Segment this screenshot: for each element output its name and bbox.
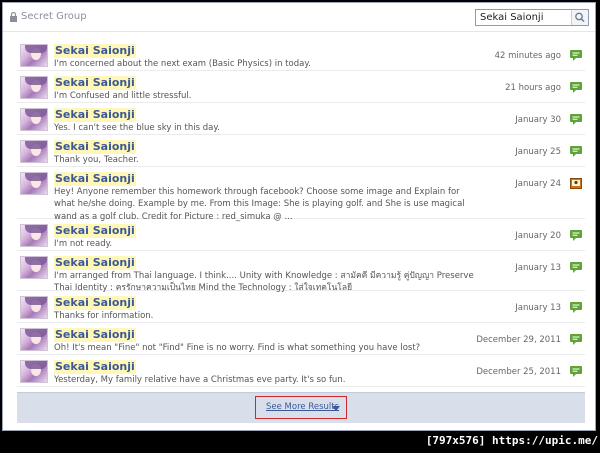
search-results-window: Secret Group Sekai SaionjiI'm concerned … [2, 2, 596, 431]
comment-icon [570, 334, 582, 345]
result-row[interactable]: Sekai Saionji Hey! Anyone remember this h… [17, 167, 585, 222]
post-snippet: I'm not ready. [54, 239, 113, 249]
see-more-bar: See More Results [17, 392, 585, 423]
header: Secret Group [3, 3, 595, 32]
see-more-results-button[interactable]: See More Results [255, 396, 347, 419]
avatar[interactable] [20, 224, 48, 247]
post-timestamp[interactable]: 21 hours ago [505, 83, 561, 93]
comment-icon [570, 230, 582, 241]
post-snippet: Thank you, Teacher. [54, 155, 139, 165]
search-button[interactable] [571, 10, 588, 25]
author-name-link[interactable]: Sekai Saionji [54, 108, 136, 122]
search-box [475, 9, 589, 26]
result-row[interactable]: Sekai Saionji I'm not ready. January 20 [17, 219, 585, 251]
avatar[interactable] [20, 296, 48, 319]
author-name-link[interactable]: Sekai Saionji [54, 44, 136, 58]
post-timestamp[interactable]: January 25 [515, 147, 561, 157]
result-row[interactable]: Sekai Saionji I'm arranged from Thai lang… [17, 251, 585, 293]
see-more-results-label: See More Results [266, 402, 340, 412]
post-timestamp[interactable]: January 20 [515, 231, 561, 241]
author-name-link[interactable]: Sekai Saionji [54, 256, 136, 270]
avatar[interactable] [20, 140, 48, 163]
caret-down-icon [332, 406, 340, 411]
comment-icon [570, 82, 582, 93]
author-name-link[interactable]: Sekai Saionji [54, 140, 136, 154]
author-name-link[interactable]: Sekai Saionji [54, 360, 136, 374]
group-privacy-label: Secret Group [21, 11, 87, 22]
result-row[interactable]: Sekai Saionji I'm concerned about the nex… [17, 39, 585, 71]
post-timestamp[interactable]: January 13 [515, 263, 561, 273]
post-timestamp[interactable]: January 30 [515, 115, 561, 125]
post-timestamp[interactable]: 42 minutes ago [495, 51, 561, 61]
author-name-link[interactable]: Sekai Saionji [54, 328, 136, 342]
avatar[interactable] [20, 108, 48, 131]
post-timestamp[interactable]: December 29, 2011 [476, 335, 561, 345]
post-snippet: I'm Confused and little stressful. [54, 91, 192, 101]
post-snippet: I'm concerned about the next exam (Basic… [54, 59, 311, 69]
post-snippet: Thanks for information. [54, 311, 154, 321]
result-row[interactable]: Sekai Saionji Yes. I can't see the blue s… [17, 103, 585, 135]
author-name-link[interactable]: Sekai Saionji [54, 172, 136, 186]
comment-icon [570, 366, 582, 377]
photo-icon [570, 178, 582, 189]
author-name-link[interactable]: Sekai Saionji [54, 76, 136, 90]
result-row[interactable]: Sekai Saionji Yesterday, My family relati… [17, 355, 585, 387]
result-row[interactable]: Sekai Saionji Thank you, Teacher. January … [17, 135, 585, 167]
comment-icon [570, 146, 582, 157]
avatar[interactable] [20, 172, 48, 195]
comment-icon [570, 262, 582, 273]
results-list: Sekai Saionji I'm concerned about the nex… [17, 39, 585, 387]
post-timestamp[interactable]: January 24 [515, 179, 561, 189]
post-snippet: Hey! Anyone remember this homework throu… [54, 187, 465, 222]
result-row[interactable]: Sekai Saionji I'm Confused and little str… [17, 71, 585, 103]
author-name-link[interactable]: Sekai Saionji [54, 224, 136, 238]
comment-icon [570, 302, 582, 313]
avatar[interactable] [20, 76, 48, 99]
comment-icon [570, 50, 582, 61]
avatar[interactable] [20, 44, 48, 67]
post-snippet: Yes. I can't see the blue sky in this da… [54, 123, 220, 133]
result-row[interactable]: Sekai Saionji Oh! It's mean "Fine" not "F… [17, 323, 585, 355]
search-input[interactable] [476, 10, 572, 25]
avatar[interactable] [20, 328, 48, 351]
result-row[interactable]: Sekai Saionji Thanks for information. Janu… [17, 291, 585, 323]
post-timestamp[interactable]: January 13 [515, 303, 561, 313]
search-icon [575, 12, 585, 23]
lock-icon [10, 12, 17, 22]
avatar[interactable] [20, 360, 48, 383]
comment-icon [570, 114, 582, 125]
post-timestamp[interactable]: December 25, 2011 [476, 367, 561, 377]
post-snippet: Yesterday, My family relative have a Chr… [54, 375, 346, 385]
avatar[interactable] [20, 256, 48, 279]
post-snippet: Oh! It's mean "Fine" not "Find" Fine is … [54, 343, 421, 353]
upload-watermark: [797x576] https://upic.me/ [425, 434, 598, 447]
author-name-link[interactable]: Sekai Saionji [54, 296, 136, 310]
